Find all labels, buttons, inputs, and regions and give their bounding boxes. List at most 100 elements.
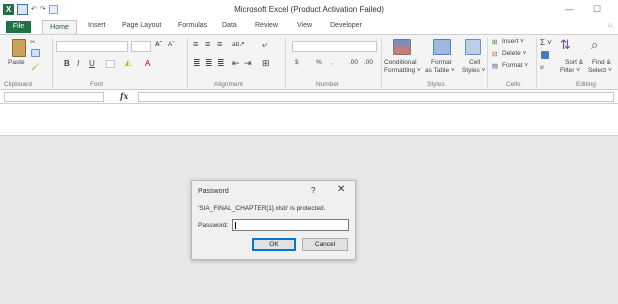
password-dialog: Password ? ✕ 'SIA_FINAL_CHAPTER[1].xlsb'…	[191, 180, 356, 260]
group-separator	[487, 38, 488, 88]
format-as-table-button[interactable]: Format	[431, 59, 452, 66]
maximize-icon[interactable]: ☐	[593, 4, 601, 15]
formula-input[interactable]	[138, 92, 614, 102]
styles-group-label: Styles	[427, 81, 445, 88]
conditional-formatting-button[interactable]: Conditional	[384, 59, 417, 66]
find-select-button[interactable]: Find &	[592, 59, 611, 66]
sort-filter-icon[interactable]: ⇅	[560, 37, 571, 53]
password-label: Password:	[198, 222, 229, 229]
tab-formulas[interactable]: Formulas	[178, 22, 207, 29]
cell-styles-button-line2[interactable]: Styles ˅	[462, 67, 485, 74]
group-separator	[536, 38, 537, 88]
text-caret	[235, 222, 236, 229]
italic-button[interactable]: I	[77, 59, 79, 68]
format-cells-button[interactable]: Format ˅	[502, 62, 528, 69]
align-center-icon[interactable]: ≣	[205, 58, 213, 69]
fill-icon[interactable]	[541, 51, 549, 59]
title-bar: X ↶ ↷ Microsoft Excel (Product Activatio…	[0, 0, 618, 20]
group-separator	[285, 38, 286, 88]
bold-button[interactable]: B	[64, 59, 70, 68]
help-icon[interactable]: ⌂	[608, 22, 612, 29]
percent-style-button[interactable]: %	[316, 59, 322, 66]
copy-icon[interactable]	[31, 49, 40, 57]
merge-center-icon[interactable]: ⊞	[262, 58, 270, 69]
find-select-icon[interactable]: ⌕	[591, 37, 598, 53]
comma-style-button[interactable]: ,	[331, 59, 333, 66]
underline-button[interactable]: U	[89, 59, 95, 68]
delete-cells-icon[interactable]: ⊟	[492, 50, 497, 58]
decrease-indent-icon[interactable]: ⇤	[232, 58, 240, 69]
font-group-label: Font	[90, 81, 104, 88]
align-bottom-icon[interactable]: ≡	[217, 39, 222, 49]
sheet-header-strip	[0, 104, 618, 136]
format-as-table-button-line2[interactable]: as Table ˅	[425, 67, 455, 74]
tab-review[interactable]: Review	[255, 22, 278, 29]
editing-group-label: Editing	[576, 81, 596, 88]
group-separator	[381, 38, 382, 88]
conditional-formatting-icon[interactable]	[393, 39, 411, 55]
align-left-icon[interactable]: ≣	[193, 58, 201, 69]
tab-developer[interactable]: Developer	[330, 22, 362, 29]
sort-filter-button-line2[interactable]: Filter ˅	[560, 67, 580, 74]
tab-insert[interactable]: Insert	[88, 22, 106, 29]
format-painter-icon[interactable]: 🖌	[31, 63, 39, 71]
insert-cells-icon[interactable]: ⊞	[492, 38, 497, 46]
cancel-button[interactable]: Cancel	[302, 238, 348, 251]
window-title: Microsoft Excel (Product Activation Fail…	[234, 5, 384, 14]
cell-styles-icon[interactable]	[465, 39, 481, 55]
help-button[interactable]: ?	[311, 186, 315, 195]
conditional-formatting-button-line2[interactable]: Formatting ˅	[384, 67, 421, 74]
shrink-font-icon[interactable]: Aˇ	[168, 41, 175, 48]
font-color-icon[interactable]: A	[145, 59, 150, 68]
tab-home[interactable]: Home	[42, 20, 77, 34]
insert-function-icon[interactable]: fx	[120, 91, 128, 101]
decrease-decimal-button[interactable]: .00	[364, 59, 373, 66]
close-icon[interactable]: ✕	[337, 184, 345, 195]
protection-message: 'SIA_FINAL_CHAPTER[1].xlsb' is protected…	[198, 205, 326, 212]
number-group-label: Number	[316, 81, 340, 88]
clear-icon[interactable]: ⌀	[540, 63, 544, 71]
format-cells-icon[interactable]: ▤	[492, 62, 498, 70]
fill-color-icon[interactable]: ◭	[125, 58, 131, 67]
ribbon-tabs: File Home Insert Page Layout Formulas Da…	[0, 20, 618, 34]
cells-group-label: Cells	[506, 81, 521, 88]
wrap-text-icon[interactable]: ⤶	[262, 39, 267, 50]
tab-file[interactable]: File	[6, 21, 31, 33]
accounting-format-icon[interactable]: $	[295, 59, 299, 66]
tab-page-layout[interactable]: Page Layout	[122, 22, 161, 29]
find-select-button-line2[interactable]: Select ˅	[588, 67, 612, 74]
number-format-box[interactable]	[292, 41, 377, 52]
borders-icon[interactable]	[106, 60, 115, 68]
paste-icon[interactable]	[12, 39, 26, 57]
formula-bar: fx	[0, 90, 618, 104]
align-top-icon[interactable]: ≡	[193, 39, 198, 49]
ribbon: Paste ✂ 🖌 Clipboard Aˆ Aˇ B I U ◭ A Font…	[0, 34, 618, 90]
group-separator	[187, 38, 188, 88]
sort-filter-button[interactable]: Sort &	[565, 59, 583, 66]
name-box[interactable]	[4, 92, 104, 102]
alignment-group-label: Alignment	[214, 81, 243, 88]
cut-icon[interactable]: ✂	[30, 38, 35, 46]
password-input[interactable]	[232, 219, 349, 231]
align-middle-icon[interactable]: ≡	[205, 39, 210, 49]
insert-cells-button[interactable]: Insert ˅	[502, 38, 524, 45]
ok-button[interactable]: OK	[252, 238, 296, 251]
increase-indent-icon[interactable]: ⇥	[244, 58, 252, 69]
grow-font-icon[interactable]: Aˆ	[155, 41, 162, 48]
group-separator	[52, 38, 53, 88]
paste-button[interactable]: Paste	[8, 59, 25, 66]
minimize-icon[interactable]: —	[565, 4, 574, 14]
font-size-box[interactable]	[131, 41, 151, 52]
tab-data[interactable]: Data	[222, 22, 237, 29]
dialog-title: Password	[198, 188, 229, 195]
font-name-box[interactable]	[56, 41, 128, 52]
clipboard-group-label: Clipboard	[4, 81, 32, 88]
orientation-icon[interactable]: ab↗	[232, 40, 245, 48]
align-right-icon[interactable]: ≣	[217, 58, 225, 69]
delete-cells-button[interactable]: Delete ˅	[502, 50, 526, 57]
tab-view[interactable]: View	[297, 22, 312, 29]
cell-styles-button[interactable]: Cell	[469, 59, 480, 66]
increase-decimal-button[interactable]: .00	[349, 59, 358, 66]
autosum-button[interactable]: Σ ˅	[540, 38, 552, 47]
format-as-table-icon[interactable]	[433, 39, 451, 55]
